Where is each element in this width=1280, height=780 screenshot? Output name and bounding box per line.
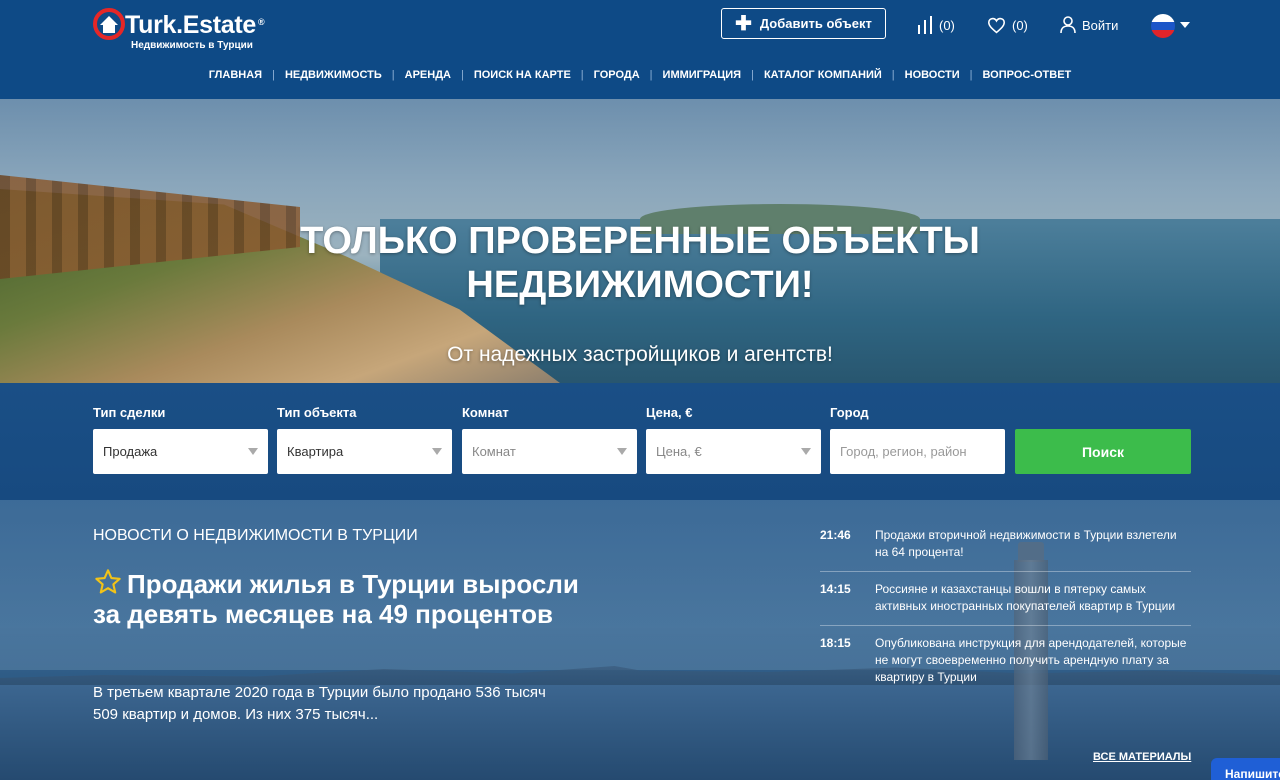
nav-item-rent[interactable]: АРЕНДА <box>395 69 461 81</box>
hero-title: ТОЛЬКО ПРОВЕРЕННЫЕ ОБЪЕКТЫ НЕДВИЖИМОСТИ! <box>300 220 980 306</box>
site-logo[interactable]: Turk.Estate ® Недвижимость в Турции <box>93 6 293 52</box>
price-select[interactable]: Цена, € <box>646 429 821 474</box>
chevron-down-icon <box>432 448 442 455</box>
add-listing-button[interactable]: ✚ Добавить объект <box>721 8 886 39</box>
news-time: 18:15 <box>820 636 851 650</box>
login-link[interactable]: Войти <box>1060 14 1118 36</box>
nav-item-news[interactable]: НОВОСТИ <box>895 69 970 81</box>
deal-type-select[interactable]: Продажа <box>93 429 268 474</box>
search-button[interactable]: Поиск <box>1015 429 1191 474</box>
featured-news-excerpt: В третьем квартале 2020 года в Турции бы… <box>93 684 546 723</box>
all-materials-link[interactable]: ВСЕ МАТЕРИАЛЫ <box>1093 751 1191 763</box>
city-field: Город <box>830 405 1005 474</box>
add-listing-label: Добавить объект <box>759 16 872 31</box>
featured-news-title[interactable]: Продажи жилья в Турции выросли за девять… <box>93 568 613 629</box>
chat-button[interactable]: Напишите <box>1211 758 1280 780</box>
rooms-field: Комнат Комнат <box>462 405 637 474</box>
star-icon <box>95 569 121 594</box>
rooms-select[interactable]: Комнат <box>462 429 637 474</box>
news-item-title: Россияне и казахстанцы вошли в пятерку с… <box>875 582 1176 613</box>
rooms-label: Комнат <box>462 405 509 420</box>
plus-icon: ✚ <box>735 12 752 35</box>
news-list-item[interactable]: 21:46 Продажи вторичной недвижимости в Т… <box>820 518 1191 572</box>
chevron-down-icon <box>617 448 627 455</box>
news-item-title: Опубликована инструкция для арендодателе… <box>875 636 1187 684</box>
logo-subtitle: Недвижимость в Турции <box>131 40 253 51</box>
news-item-title: Продажи вторичной недвижимости в Турции … <box>875 528 1177 559</box>
compare-count: (0) <box>939 17 955 33</box>
property-type-field: Тип объекта Квартира <box>277 405 452 474</box>
logo-house-icon <box>93 8 125 40</box>
nav-item-cities[interactable]: ГОРОДА <box>584 69 650 81</box>
bar-chart-icon <box>918 16 932 34</box>
nav-item-faq[interactable]: ВОПРОС-ОТВЕТ <box>973 69 1082 81</box>
price-field: Цена, € Цена, € <box>646 405 821 474</box>
property-type-label: Тип объекта <box>277 405 357 420</box>
nav-item-realty[interactable]: НЕДВИЖИМОСТЬ <box>275 69 392 81</box>
user-icon <box>1060 16 1076 34</box>
news-time: 14:15 <box>820 582 851 596</box>
news-list-item[interactable]: 14:15 Россияне и казахстанцы вошли в пят… <box>820 572 1191 626</box>
favorites-count: (0) <box>1012 17 1028 33</box>
news-list-item[interactable]: 18:15 Опубликована инструкция для арендо… <box>820 626 1191 696</box>
favorites-link[interactable]: (0) <box>987 14 1028 36</box>
chevron-down-icon <box>248 448 258 455</box>
city-label: Город <box>830 405 869 420</box>
chevron-down-icon[interactable] <box>1180 22 1190 28</box>
search-panel: Тип сделки Продажа Тип объекта Квартира … <box>0 383 1280 500</box>
nav-item-immigration[interactable]: ИММИГРАЦИЯ <box>653 69 752 81</box>
hero-banner: ТОЛЬКО ПРОВЕРЕННЫЕ ОБЪЕКТЫ НЕДВИЖИМОСТИ!… <box>0 99 1280 383</box>
property-type-select[interactable]: Квартира <box>277 429 452 474</box>
russia-flag-icon[interactable] <box>1151 14 1175 38</box>
chevron-down-icon <box>801 448 811 455</box>
news-time: 21:46 <box>820 528 851 542</box>
hero-subtitle: От надежных застройщиков и агентств! <box>447 343 833 366</box>
city-input[interactable] <box>830 429 1005 474</box>
compare-link[interactable]: (0) <box>917 14 955 36</box>
main-nav: ГЛАВНАЯ | НЕДВИЖИМОСТЬ | АРЕНДА | ПОИСК НА … <box>0 64 1280 86</box>
nav-item-companies[interactable]: КАТАЛОГ КОМПАНИЙ <box>754 69 892 81</box>
news-list: 21:46 Продажи вторичной недвижимости в Т… <box>820 518 1191 696</box>
nav-item-main[interactable]: ГЛАВНАЯ <box>199 69 272 81</box>
logo-text: Turk.Estate ® <box>125 11 265 39</box>
news-section: НОВОСТИ О НЕДВИЖИМОСТИ В ТУРЦИИ Продажи … <box>0 500 1280 780</box>
site-header: Turk.Estate ® Недвижимость в Турции ✚ Доб… <box>0 0 1280 99</box>
heart-icon <box>987 17 1006 33</box>
login-label: Войти <box>1082 17 1119 33</box>
price-label: Цена, € <box>646 405 693 420</box>
deal-type-field: Тип сделки Продажа <box>93 405 268 474</box>
nav-item-map-search[interactable]: ПОИСК НА КАРТЕ <box>464 69 581 81</box>
news-heading: НОВОСТИ О НЕДВИЖИМОСТИ В ТУРЦИИ <box>93 527 418 544</box>
deal-type-label: Тип сделки <box>93 405 166 420</box>
